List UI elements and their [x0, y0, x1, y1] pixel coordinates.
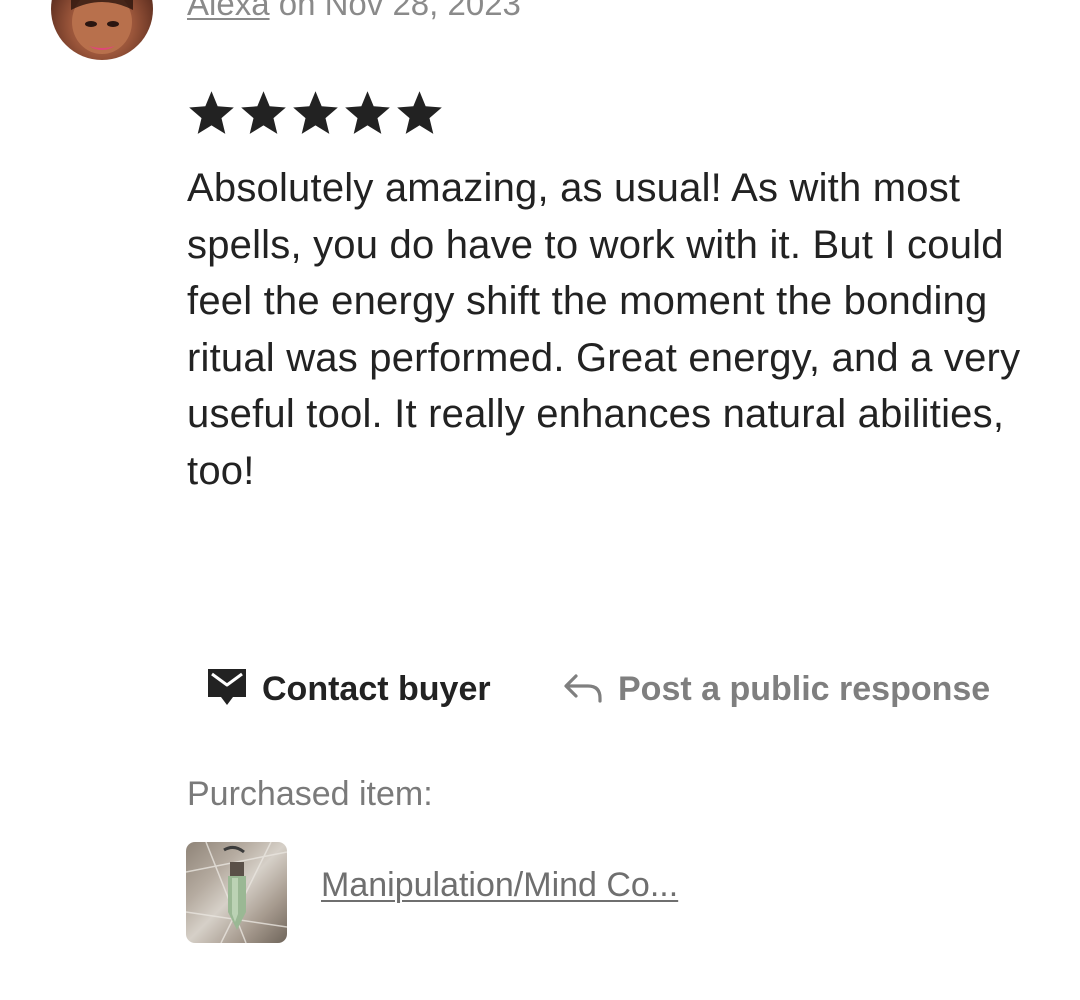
star-icon [189, 91, 234, 134]
reviewer-name-link[interactable]: Alexa [187, 0, 270, 22]
post-public-response-label: Post a public response [618, 669, 991, 708]
reply-arrow-icon [562, 670, 604, 709]
reviewer-avatar[interactable] [51, 0, 153, 60]
envelope-icon [206, 667, 248, 712]
star-rating [186, 88, 445, 140]
purchased-item-link[interactable]: Manipulation/Mind Co... [321, 866, 678, 905]
star-icon [241, 91, 286, 134]
review-meta: Alexa on Nov 28, 2023 [187, 0, 521, 24]
review-text: Absolutely amazing, as usual! As with mo… [187, 166, 1021, 493]
avatar-image [71, 0, 133, 54]
contact-buyer-button[interactable]: Contact buyer [206, 664, 491, 714]
item-thumbnail[interactable] [186, 842, 287, 943]
star-icon [345, 91, 390, 134]
contact-buyer-label: Contact buyer [262, 669, 491, 708]
purchased-item-label: Purchased item: [187, 775, 433, 813]
review-date: on Nov 28, 2023 [269, 0, 521, 22]
review-actions: Contact buyer Post a public response [0, 664, 1080, 714]
star-icon [397, 91, 442, 134]
post-public-response-button[interactable]: Post a public response [562, 664, 990, 714]
star-icon [293, 91, 338, 134]
item-thumbnail-image [186, 842, 287, 943]
